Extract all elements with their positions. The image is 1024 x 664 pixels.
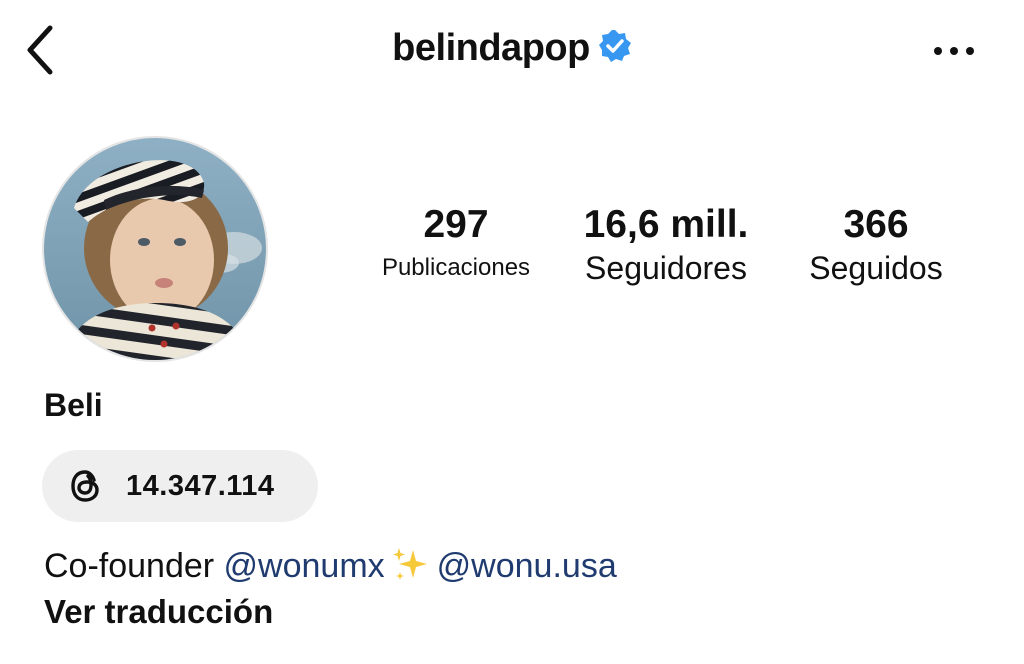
- threads-badge-button[interactable]: 14.347.114: [42, 450, 318, 522]
- stat-followers[interactable]: 16,6 mill. Seguidores: [566, 202, 766, 288]
- bio-prefix: Co-founder: [44, 547, 224, 585]
- display-name: Beli: [44, 387, 103, 423]
- sparkles-icon: [392, 548, 427, 581]
- header-username: belindapop: [392, 27, 590, 70]
- mention-link-wonumx[interactable]: @wonumx: [224, 547, 385, 585]
- posts-label: Publicaciones: [381, 254, 531, 281]
- following-label: Seguidos: [809, 250, 943, 286]
- profile-stats: 297 Publicaciones 16,6 mill. Seguidores …: [358, 202, 970, 302]
- more-horizontal-icon: [934, 47, 974, 55]
- see-translation-link[interactable]: Ver traducción: [44, 592, 273, 632]
- stat-following[interactable]: 366 Seguidos: [786, 202, 966, 288]
- following-count: 366: [843, 203, 909, 246]
- threads-follower-count: 14.347.114: [126, 470, 275, 502]
- bio-text: Co-founder @wonumx @wonu.usa: [44, 544, 617, 588]
- threads-icon: [71, 470, 99, 502]
- mention-link-wonu-usa[interactable]: @wonu.usa: [437, 547, 617, 585]
- verified-badge-icon: [598, 29, 631, 62]
- stat-posts[interactable]: 297 Publicaciones: [358, 202, 554, 288]
- followers-label: Seguidores: [585, 250, 747, 286]
- profile-avatar[interactable]: [42, 136, 268, 362]
- avatar-photo: [44, 138, 266, 360]
- posts-count: 297: [423, 203, 489, 246]
- profile-header: belindapop: [0, 26, 1024, 74]
- more-options-button[interactable]: [930, 36, 978, 66]
- followers-count: 16,6 mill.: [583, 203, 749, 246]
